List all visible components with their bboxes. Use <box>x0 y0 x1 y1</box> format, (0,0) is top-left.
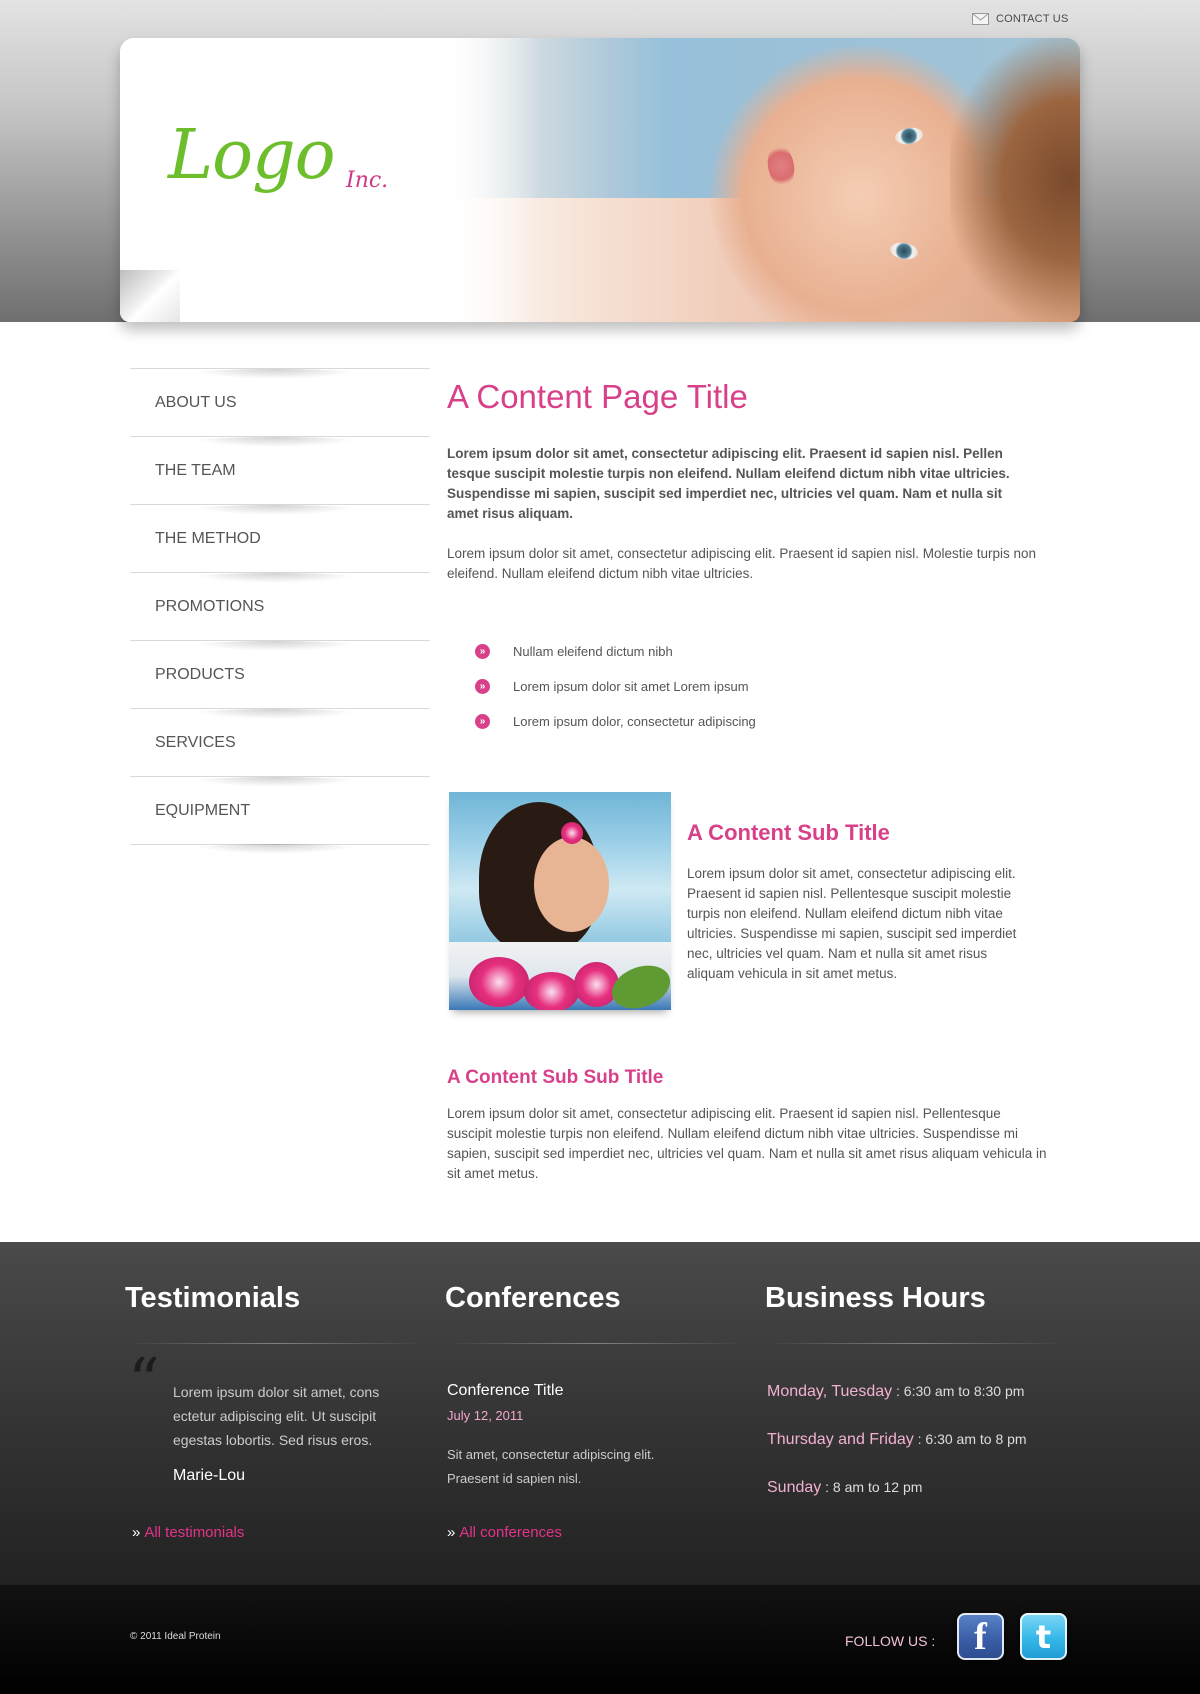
follow-us-label: FOLLOW US : <box>845 1633 936 1649</box>
facebook-icon[interactable]: f <box>957 1613 1004 1660</box>
all-testimonials-label: All testimonials <box>144 1524 245 1541</box>
footer-divider <box>125 1343 425 1344</box>
logo-suffix: Inc. <box>346 168 389 193</box>
all-conferences-label: All conferences <box>459 1524 562 1541</box>
mail-icon <box>972 13 989 25</box>
all-testimonials-link[interactable]: » All testimonials <box>132 1524 244 1541</box>
hours-day: Sunday <box>767 1479 822 1496</box>
list-item-text: Nullam eleifend dictum nibh <box>513 644 673 659</box>
nav-item-the-method[interactable]: THE METHOD <box>130 504 430 572</box>
link-arrow: » <box>447 1524 456 1541</box>
lead-paragraph: Lorem ipsum dolor sit amet, consectetur … <box>447 446 1010 521</box>
sub-sub-title: A Content Sub Sub Title <box>447 1067 664 1088</box>
hours-row: Sunday : 8 am to 12 pm <box>767 1479 922 1497</box>
conference-title[interactable]: Conference Title <box>447 1382 564 1400</box>
bullet-list: » Nullam eleifend dictum nibh » Lorem ip… <box>475 634 756 739</box>
quote-icon: “ <box>128 1344 160 1417</box>
page-curl-decoration <box>120 270 180 322</box>
contact-us-label: CONTACT US <box>996 13 1069 25</box>
bullet-arrow-icon: » <box>475 644 490 659</box>
twitter-icon[interactable]: t <box>1020 1613 1067 1660</box>
sub-title: A Content Sub Title <box>687 820 890 845</box>
sub-sub-paragraph: Lorem ipsum dolor sit amet, consectetur … <box>447 1106 1047 1181</box>
hours-time: : 8 am to 12 pm <box>821 1479 923 1495</box>
hours-row: Monday, Tuesday : 6:30 am to 8:30 pm <box>767 1383 1024 1401</box>
business-hours-heading: Business Hours <box>765 1282 986 1314</box>
hours-day: Thursday and Friday <box>767 1431 914 1448</box>
nav-divider <box>130 844 430 854</box>
spa-photo <box>449 792 671 1010</box>
intro-paragraph: Lorem ipsum dolor sit amet, consectetur … <box>447 546 1037 581</box>
page-title: A Content Page Title <box>447 378 748 415</box>
list-item: » Nullam eleifend dictum nibh <box>475 634 756 669</box>
link-arrow: » <box>132 1524 141 1541</box>
nav-item-promotions[interactable]: PROMOTIONS <box>130 572 430 640</box>
sidebar-nav: ABOUT US THE TEAM THE METHOD PROMOTIONS … <box>130 368 430 854</box>
nav-item-products[interactable]: PRODUCTS <box>130 640 430 708</box>
list-item-text: Lorem ipsum dolor, consectetur adipiscin… <box>513 714 756 729</box>
list-item: » Lorem ipsum dolor, consectetur adipisc… <box>475 704 756 739</box>
testimonial-text: Lorem ipsum dolor sit amet, cons ectetur… <box>173 1384 380 1448</box>
testimonials-heading: Testimonials <box>125 1282 301 1314</box>
logo[interactable]: Logo <box>168 116 336 195</box>
conference-date: July 12, 2011 <box>447 1408 524 1423</box>
header-banner: Logo Inc. <box>120 38 1080 322</box>
contact-us-link[interactable]: CONTACT US <box>972 13 1069 25</box>
bullet-arrow-icon: » <box>475 714 490 729</box>
nav-item-about-us[interactable]: ABOUT US <box>130 368 430 436</box>
list-item-text: Lorem ipsum dolor sit amet Lorem ipsum <box>513 679 749 694</box>
all-conferences-link[interactable]: » All conferences <box>447 1524 562 1541</box>
footer-divider <box>445 1343 745 1344</box>
nav-item-services[interactable]: SERVICES <box>130 708 430 776</box>
footer-divider <box>765 1343 1065 1344</box>
nav-item-equipment[interactable]: EQUIPMENT <box>130 776 430 844</box>
sub-paragraph: Lorem ipsum dolor sit amet, consectetur … <box>687 866 1017 981</box>
copyright: © 2011 Ideal Protein <box>130 1631 221 1642</box>
hours-day: Monday, Tuesday <box>767 1383 893 1400</box>
conferences-heading: Conferences <box>445 1282 621 1314</box>
hours-time: : 6:30 am to 8:30 pm <box>892 1383 1025 1399</box>
bullet-arrow-icon: » <box>475 679 490 694</box>
hours-time: : 6:30 am to 8 pm <box>913 1431 1027 1447</box>
testimonial-author: Marie-Lou <box>173 1467 246 1484</box>
list-item: » Lorem ipsum dolor sit amet Lorem ipsum <box>475 669 756 704</box>
hours-row: Thursday and Friday : 6:30 am to 8 pm <box>767 1431 1027 1449</box>
conference-text: Sit amet, consectetur adipiscing elit. P… <box>447 1447 655 1486</box>
nav-item-the-team[interactable]: THE TEAM <box>130 436 430 504</box>
